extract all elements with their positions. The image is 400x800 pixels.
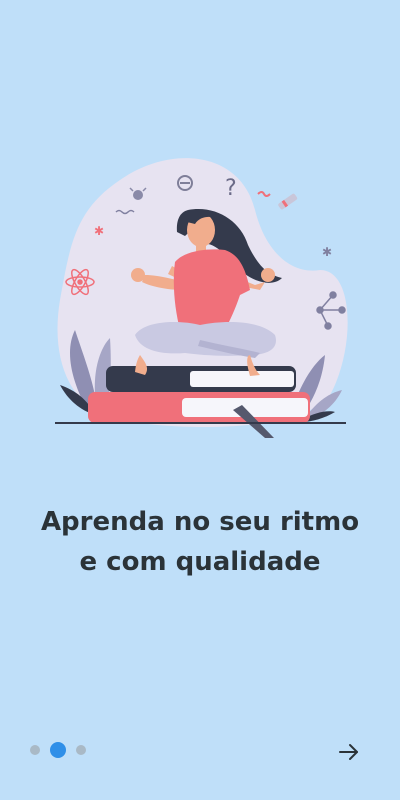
question-mark-icon: ? — [225, 176, 237, 201]
arrow-right-icon — [339, 744, 358, 760]
book-stack — [88, 366, 310, 438]
meditation-illustration: ? ✱ ✱ — [55, 158, 348, 438]
diploma-icon — [278, 193, 298, 210]
pagination-dot[interactable] — [30, 745, 40, 755]
onboarding-screen: ? ✱ ✱ Aprenda no seu ritmo e com qualida… — [0, 0, 400, 800]
pagination-dots — [30, 742, 86, 758]
headline-line-2: e com qualidade — [79, 547, 321, 578]
onboarding-headline: Aprenda no seu ritmo e com qualidade — [0, 502, 400, 582]
pagination-dot-active[interactable] — [50, 742, 66, 758]
headline-line-1: Aprenda no seu ritmo — [40, 507, 360, 538]
pagination-dot[interactable] — [76, 745, 86, 755]
star-icon: ✱ — [94, 224, 104, 238]
next-button[interactable] — [334, 737, 364, 767]
squiggle-icon — [257, 191, 271, 197]
star-icon: ✱ — [322, 245, 332, 259]
